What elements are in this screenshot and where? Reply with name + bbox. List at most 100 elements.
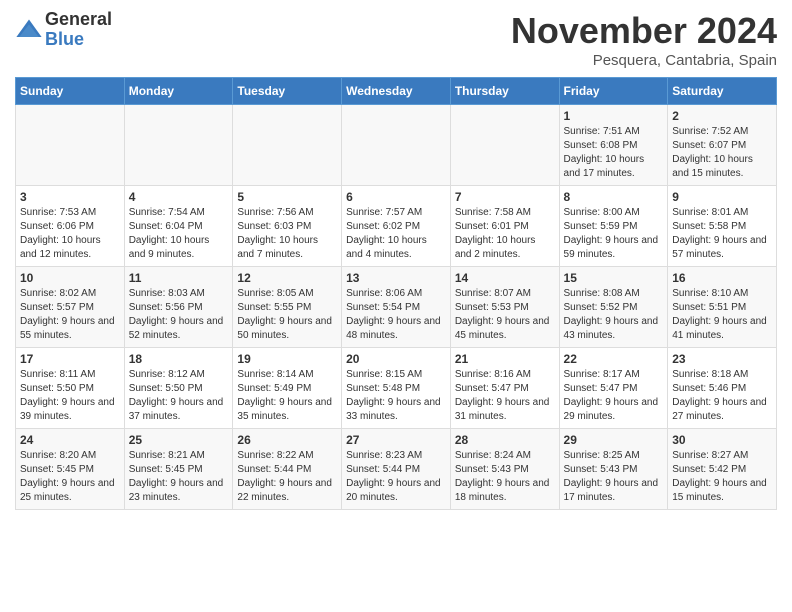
calendar-cell xyxy=(124,105,233,186)
calendar-cell: 28 Sunrise: 8:24 AM Sunset: 5:43 PM Dayli… xyxy=(450,429,559,510)
day-number: 9 xyxy=(672,190,772,204)
day-number: 25 xyxy=(129,433,229,447)
logo-text: General Blue xyxy=(45,10,112,50)
calendar-cell xyxy=(16,105,125,186)
calendar-body: 1Sunrise: 7:51 AM Sunset: 6:08 PM Daylig… xyxy=(16,105,777,510)
day-number: 11 xyxy=(129,271,229,285)
cell-content: Sunrise: 7:54 AM Sunset: 6:04 PM Dayligh… xyxy=(129,206,229,262)
day-header-thursday: Thursday xyxy=(450,78,559,105)
title-block: November 2024 Pesquera, Cantabria, Spain xyxy=(511,10,777,69)
day-number: 19 xyxy=(237,352,337,366)
calendar-cell: 1Sunrise: 7:51 AM Sunset: 6:08 PM Daylig… xyxy=(559,105,668,186)
day-number: 14 xyxy=(455,271,555,285)
day-number: 26 xyxy=(237,433,337,447)
day-header-tuesday: Tuesday xyxy=(233,78,342,105)
calendar-cell: 7 Sunrise: 7:58 AM Sunset: 6:01 PM Daylig… xyxy=(450,186,559,267)
day-header-sunday: Sunday xyxy=(16,78,125,105)
calendar-cell: 9 Sunrise: 8:01 AM Sunset: 5:58 PM Daylig… xyxy=(668,186,777,267)
cell-content: Sunrise: 8:12 AM Sunset: 5:50 PM Dayligh… xyxy=(129,368,229,424)
calendar-cell: 13 Sunrise: 8:06 AM Sunset: 5:54 PM Dayli… xyxy=(342,267,451,348)
cell-content: Sunrise: 8:21 AM Sunset: 5:45 PM Dayligh… xyxy=(129,449,229,505)
calendar-cell: 15Sunrise: 8:08 AM Sunset: 5:52 PM Dayli… xyxy=(559,267,668,348)
cell-content: Sunrise: 8:03 AM Sunset: 5:56 PM Dayligh… xyxy=(129,287,229,343)
cell-content: Sunrise: 8:18 AM Sunset: 5:46 PM Dayligh… xyxy=(672,368,772,424)
cell-content: Sunrise: 8:02 AM Sunset: 5:57 PM Dayligh… xyxy=(20,287,120,343)
calendar-cell xyxy=(450,105,559,186)
day-header-wednesday: Wednesday xyxy=(342,78,451,105)
day-number: 28 xyxy=(455,433,555,447)
calendar-cell xyxy=(342,105,451,186)
day-number: 16 xyxy=(672,271,772,285)
calendar-cell: 17 Sunrise: 8:11 AM Sunset: 5:50 PM Dayli… xyxy=(16,348,125,429)
calendar-cell: 25 Sunrise: 8:21 AM Sunset: 5:45 PM Dayli… xyxy=(124,429,233,510)
day-header-monday: Monday xyxy=(124,78,233,105)
calendar-header: SundayMondayTuesdayWednesdayThursdayFrid… xyxy=(16,78,777,105)
day-number: 15 xyxy=(564,271,664,285)
cell-content: Sunrise: 8:00 AM Sunset: 5:59 PM Dayligh… xyxy=(564,206,664,262)
calendar-cell: 19Sunrise: 8:14 AM Sunset: 5:49 PM Dayli… xyxy=(233,348,342,429)
calendar-cell: 21 Sunrise: 8:16 AM Sunset: 5:47 PM Dayli… xyxy=(450,348,559,429)
cell-content: Sunrise: 8:01 AM Sunset: 5:58 PM Dayligh… xyxy=(672,206,772,262)
calendar-cell: 24Sunrise: 8:20 AM Sunset: 5:45 PM Dayli… xyxy=(16,429,125,510)
calendar-cell: 8 Sunrise: 8:00 AM Sunset: 5:59 PM Daylig… xyxy=(559,186,668,267)
calendar-cell: 4Sunrise: 7:54 AM Sunset: 6:04 PM Daylig… xyxy=(124,186,233,267)
calendar-week-4: 24Sunrise: 8:20 AM Sunset: 5:45 PM Dayli… xyxy=(16,429,777,510)
day-number: 7 xyxy=(455,190,555,204)
calendar-week-1: 3Sunrise: 7:53 AM Sunset: 6:06 PM Daylig… xyxy=(16,186,777,267)
day-number: 29 xyxy=(564,433,664,447)
calendar-cell: 20 Sunrise: 8:15 AM Sunset: 5:48 PM Dayli… xyxy=(342,348,451,429)
cell-content: Sunrise: 7:53 AM Sunset: 6:06 PM Dayligh… xyxy=(20,206,120,262)
day-number: 23 xyxy=(672,352,772,366)
day-header-friday: Friday xyxy=(559,78,668,105)
calendar-table: SundayMondayTuesdayWednesdayThursdayFrid… xyxy=(15,77,777,510)
day-number: 22 xyxy=(564,352,664,366)
cell-content: Sunrise: 8:23 AM Sunset: 5:44 PM Dayligh… xyxy=(346,449,446,505)
calendar-week-0: 1Sunrise: 7:51 AM Sunset: 6:08 PM Daylig… xyxy=(16,105,777,186)
day-number: 27 xyxy=(346,433,446,447)
day-number: 17 xyxy=(20,352,120,366)
logo-general-text: General xyxy=(45,10,112,30)
location: Pesquera, Cantabria, Spain xyxy=(511,52,777,69)
logo-icon xyxy=(15,16,43,44)
logo-blue-text: Blue xyxy=(45,30,112,50)
day-number: 24 xyxy=(20,433,120,447)
logo: General Blue xyxy=(15,10,112,50)
calendar-cell: 10 Sunrise: 8:02 AM Sunset: 5:57 PM Dayli… xyxy=(16,267,125,348)
month-title: November 2024 xyxy=(511,10,777,52)
cell-content: Sunrise: 8:17 AM Sunset: 5:47 PM Dayligh… xyxy=(564,368,664,424)
calendar-week-3: 17 Sunrise: 8:11 AM Sunset: 5:50 PM Dayli… xyxy=(16,348,777,429)
cell-content: Sunrise: 7:58 AM Sunset: 6:01 PM Dayligh… xyxy=(455,206,555,262)
cell-content: Sunrise: 8:24 AM Sunset: 5:43 PM Dayligh… xyxy=(455,449,555,505)
calendar-cell: 18Sunrise: 8:12 AM Sunset: 5:50 PM Dayli… xyxy=(124,348,233,429)
cell-content: Sunrise: 8:05 AM Sunset: 5:55 PM Dayligh… xyxy=(237,287,337,343)
cell-content: Sunrise: 8:06 AM Sunset: 5:54 PM Dayligh… xyxy=(346,287,446,343)
calendar-cell: 12 Sunrise: 8:05 AM Sunset: 5:55 PM Dayli… xyxy=(233,267,342,348)
calendar-cell: 23 Sunrise: 8:18 AM Sunset: 5:46 PM Dayli… xyxy=(668,348,777,429)
cell-content: Sunrise: 8:25 AM Sunset: 5:43 PM Dayligh… xyxy=(564,449,664,505)
calendar-cell: 30 Sunrise: 8:27 AM Sunset: 5:42 PM Dayli… xyxy=(668,429,777,510)
calendar-cell: 2Sunrise: 7:52 AM Sunset: 6:07 PM Daylig… xyxy=(668,105,777,186)
cell-content: Sunrise: 7:57 AM Sunset: 6:02 PM Dayligh… xyxy=(346,206,446,262)
cell-content: Sunrise: 8:22 AM Sunset: 5:44 PM Dayligh… xyxy=(237,449,337,505)
cell-content: Sunrise: 8:27 AM Sunset: 5:42 PM Dayligh… xyxy=(672,449,772,505)
day-number: 5 xyxy=(237,190,337,204)
day-number: 21 xyxy=(455,352,555,366)
calendar-cell: 16Sunrise: 8:10 AM Sunset: 5:51 PM Dayli… xyxy=(668,267,777,348)
calendar-cell: 6 Sunrise: 7:57 AM Sunset: 6:02 PM Daylig… xyxy=(342,186,451,267)
calendar-cell: 14Sunrise: 8:07 AM Sunset: 5:53 PM Dayli… xyxy=(450,267,559,348)
day-number: 13 xyxy=(346,271,446,285)
calendar-cell: 3Sunrise: 7:53 AM Sunset: 6:06 PM Daylig… xyxy=(16,186,125,267)
calendar-cell: 27 Sunrise: 8:23 AM Sunset: 5:44 PM Dayli… xyxy=(342,429,451,510)
day-number: 12 xyxy=(237,271,337,285)
day-number: 6 xyxy=(346,190,446,204)
day-number: 8 xyxy=(564,190,664,204)
day-number: 30 xyxy=(672,433,772,447)
day-number: 10 xyxy=(20,271,120,285)
day-number: 20 xyxy=(346,352,446,366)
calendar-cell: 29 Sunrise: 8:25 AM Sunset: 5:43 PM Dayli… xyxy=(559,429,668,510)
cell-content: Sunrise: 8:11 AM Sunset: 5:50 PM Dayligh… xyxy=(20,368,120,424)
cell-content: Sunrise: 8:16 AM Sunset: 5:47 PM Dayligh… xyxy=(455,368,555,424)
cell-content: Sunrise: 7:51 AM Sunset: 6:08 PM Dayligh… xyxy=(564,125,664,181)
cell-content: Sunrise: 8:15 AM Sunset: 5:48 PM Dayligh… xyxy=(346,368,446,424)
calendar-week-2: 10 Sunrise: 8:02 AM Sunset: 5:57 PM Dayli… xyxy=(16,267,777,348)
